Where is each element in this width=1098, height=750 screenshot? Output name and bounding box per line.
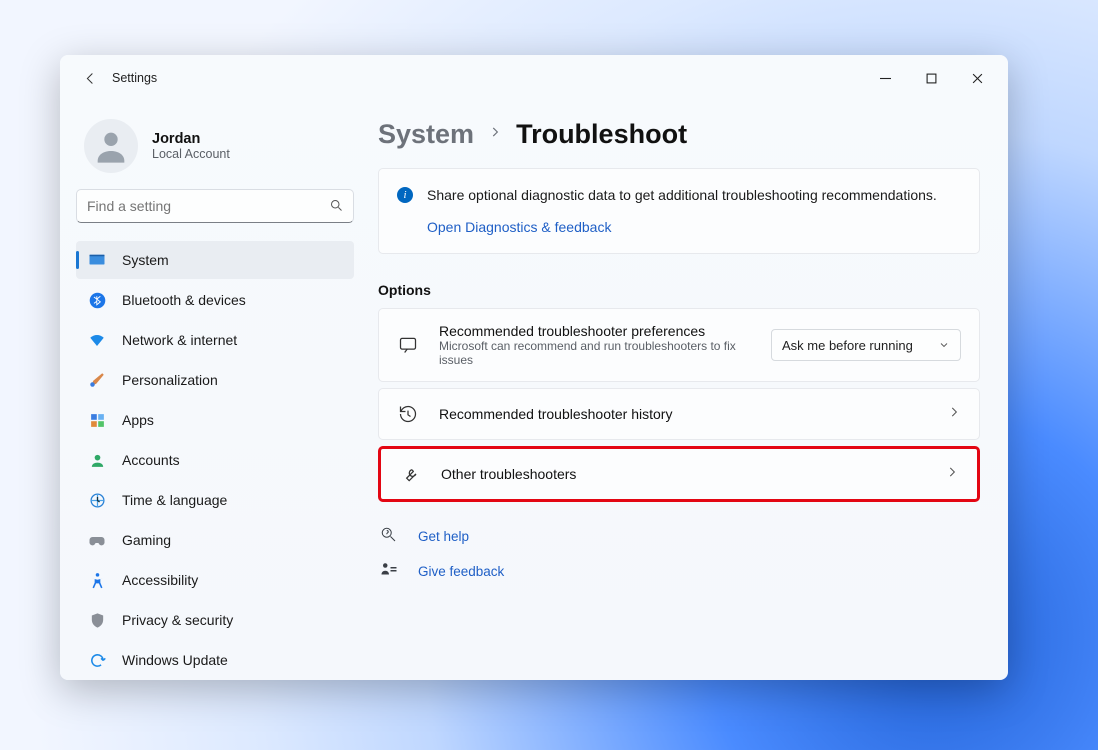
sidebar-item-gaming[interactable]: Gaming <box>76 521 354 559</box>
sidebar-item-label: Time & language <box>122 492 227 508</box>
display-icon <box>88 251 106 269</box>
wrench-icon <box>399 463 421 485</box>
sidebar-item-system[interactable]: System <box>76 241 354 279</box>
brush-icon <box>88 371 106 389</box>
sidebar-item-label: Accounts <box>122 452 180 468</box>
back-button[interactable] <box>78 66 102 90</box>
chevron-right-icon <box>945 465 959 484</box>
help-icon <box>380 526 400 547</box>
option-title: Other troubleshooters <box>441 466 925 482</box>
close-button[interactable] <box>954 62 1000 94</box>
get-help-link[interactable]: Get help <box>380 526 980 547</box>
shield-icon <box>88 611 106 629</box>
give-feedback-link[interactable]: Give feedback <box>380 561 980 582</box>
open-diagnostics-link[interactable]: Open Diagnostics & feedback <box>427 219 961 235</box>
sidebar-item-accounts[interactable]: Accounts <box>76 441 354 479</box>
arrow-left-icon <box>83 71 98 86</box>
sidebar-item-update[interactable]: Windows Update <box>76 641 354 679</box>
accessibility-icon <box>88 571 106 589</box>
settings-window: Settings Jordan Local Account <box>60 55 1008 680</box>
sidebar-item-label: Apps <box>122 412 154 428</box>
sidebar: Jordan Local Account System Bluetooth & … <box>60 101 370 680</box>
clock-globe-icon <box>88 491 106 509</box>
person-icon <box>88 451 106 469</box>
window-buttons <box>862 62 1000 94</box>
bluetooth-icon <box>88 291 106 309</box>
chat-icon <box>397 334 419 356</box>
option-other-troubleshooters[interactable]: Other troubleshooters <box>378 446 980 502</box>
gamepad-icon <box>88 531 106 549</box>
app-title: Settings <box>112 71 157 85</box>
maximize-icon <box>926 73 937 84</box>
option-troubleshooter-history[interactable]: Recommended troubleshooter history <box>378 388 980 440</box>
history-icon <box>397 403 419 425</box>
prefs-dropdown[interactable]: Ask me before running <box>771 329 961 361</box>
option-title: Recommended troubleshooter history <box>439 406 927 422</box>
sidebar-item-apps[interactable]: Apps <box>76 401 354 439</box>
link-label: Get help <box>418 529 469 544</box>
info-icon: i <box>397 187 413 203</box>
maximize-button[interactable] <box>908 62 954 94</box>
sidebar-item-label: Gaming <box>122 532 171 548</box>
info-text: Share optional diagnostic data to get ad… <box>427 187 937 203</box>
minimize-icon <box>880 73 891 84</box>
sidebar-item-label: Accessibility <box>122 572 198 588</box>
info-card: i Share optional diagnostic data to get … <box>378 168 980 254</box>
sidebar-item-label: Windows Update <box>122 652 228 668</box>
minimize-button[interactable] <box>862 62 908 94</box>
sidebar-item-label: System <box>122 252 169 268</box>
search-icon <box>329 198 344 218</box>
chevron-down-icon <box>938 339 950 351</box>
option-troubleshooter-preferences[interactable]: Recommended troubleshooter preferences M… <box>378 308 980 382</box>
user-profile[interactable]: Jordan Local Account <box>76 101 354 189</box>
search-field <box>76 189 354 223</box>
user-icon <box>91 126 131 166</box>
chevron-right-icon <box>488 125 502 144</box>
titlebar: Settings <box>60 55 1008 101</box>
sidebar-item-label: Network & internet <box>122 332 237 348</box>
footer-links: Get help Give feedback <box>378 526 980 582</box>
account-type: Local Account <box>152 147 230 161</box>
avatar <box>84 119 138 173</box>
sidebar-item-label: Privacy & security <box>122 612 233 628</box>
sidebar-item-time[interactable]: Time & language <box>76 481 354 519</box>
sidebar-item-network[interactable]: Network & internet <box>76 321 354 359</box>
breadcrumb: System Troubleshoot <box>378 119 980 150</box>
section-title: Options <box>378 282 980 298</box>
content-area: System Troubleshoot i Share optional dia… <box>370 101 1008 680</box>
sidebar-item-bluetooth[interactable]: Bluetooth & devices <box>76 281 354 319</box>
sidebar-item-personalization[interactable]: Personalization <box>76 361 354 399</box>
option-subtitle: Microsoft can recommend and run troubles… <box>439 339 751 367</box>
update-icon <box>88 651 106 669</box>
feedback-icon <box>380 561 400 582</box>
sidebar-item-label: Bluetooth & devices <box>122 292 246 308</box>
sidebar-item-label: Personalization <box>122 372 218 388</box>
option-title: Recommended troubleshooter preferences <box>439 323 751 339</box>
link-label: Give feedback <box>418 564 504 579</box>
apps-icon <box>88 411 106 429</box>
breadcrumb-current: Troubleshoot <box>516 119 687 150</box>
wifi-icon <box>88 331 106 349</box>
dropdown-value: Ask me before running <box>782 338 913 353</box>
breadcrumb-parent[interactable]: System <box>378 119 474 150</box>
nav-list: System Bluetooth & devices Network & int… <box>76 241 354 679</box>
search-input[interactable] <box>76 189 354 223</box>
sidebar-item-accessibility[interactable]: Accessibility <box>76 561 354 599</box>
sidebar-item-privacy[interactable]: Privacy & security <box>76 601 354 639</box>
chevron-right-icon <box>947 405 961 424</box>
user-name: Jordan <box>152 131 230 147</box>
close-icon <box>972 73 983 84</box>
